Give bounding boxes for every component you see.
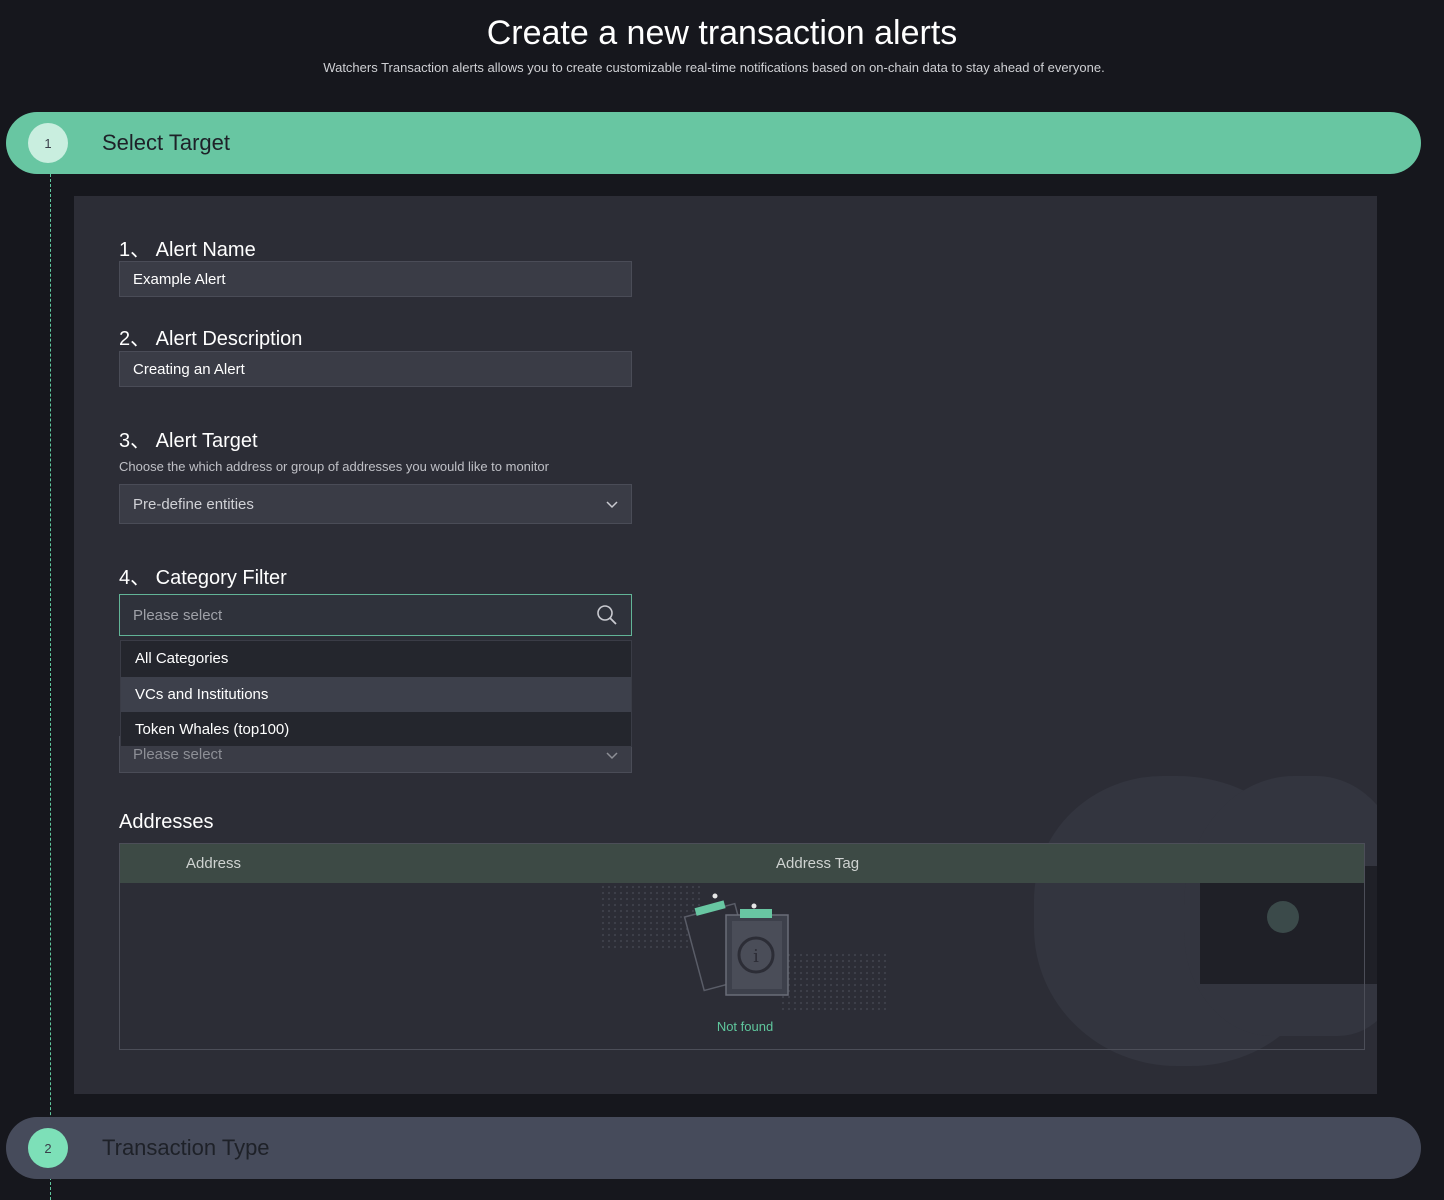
category-filter-search[interactable]: Please select: [119, 594, 632, 636]
alert-name-input[interactable]: Example Alert: [119, 261, 632, 297]
step-timeline: [50, 174, 51, 1200]
page-subtitle: Watchers Transaction alerts allows you t…: [323, 60, 1105, 75]
dropdown-option[interactable]: All Categories: [121, 641, 631, 677]
svg-text:i: i: [753, 946, 759, 967]
search-icon: [597, 605, 617, 625]
step-label: Transaction Type: [102, 1135, 270, 1160]
step-select-target[interactable]: 1 Select Target: [6, 112, 1421, 174]
step-transaction-type[interactable]: 2 Transaction Type: [6, 1117, 1421, 1179]
category-filter-placeholder: Please select: [133, 606, 223, 624]
chevron-down-icon: [606, 501, 618, 509]
alert-target-hint: Choose the which address or group of add…: [119, 459, 549, 474]
step-number: 1: [28, 123, 68, 163]
column-header-address: Address: [186, 855, 242, 872]
alert-name-label: 1、 Alert Name: [119, 239, 256, 261]
empty-state-text: Not found: [716, 1019, 774, 1034]
table-header: Address Address Tag: [120, 844, 1364, 883]
category-dropdown: All Categories VCs and Institutions Toke…: [120, 640, 632, 747]
chevron-down-icon: [606, 751, 618, 759]
dropdown-option[interactable]: VCs and Institutions: [121, 676, 631, 712]
secondary-select-placeholder: Please select: [133, 746, 223, 763]
step-label: Select Target: [102, 130, 231, 155]
addresses-title: Addresses: [119, 811, 214, 833]
page-title: Create a new transaction alerts: [486, 14, 958, 52]
alert-target-value: Pre-define entities: [133, 495, 254, 513]
alert-target-label: 3、 Alert Target: [119, 430, 258, 452]
category-filter-label: 4、 Category Filter: [119, 567, 287, 589]
step-number: 2: [28, 1128, 68, 1168]
empty-clipboard-icon: i: [683, 893, 789, 996]
dropdown-option[interactable]: Token Whales (top100): [121, 712, 631, 748]
alert-description-input[interactable]: Creating an Alert: [119, 351, 632, 387]
addresses-table: Address Address Tag i Not found: [119, 843, 1365, 1050]
alert-target-select[interactable]: Pre-define entities: [119, 484, 632, 524]
column-header-address-tag: Address Tag: [776, 855, 860, 872]
alert-description-label: 2、 Alert Description: [119, 328, 303, 350]
select-target-panel: 1、 Alert Name Example Alert 2、 Alert Des…: [74, 196, 1377, 1094]
empty-state: i Not found: [600, 884, 890, 1044]
